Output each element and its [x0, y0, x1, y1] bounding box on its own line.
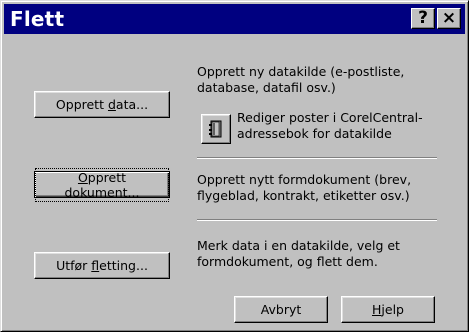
merge-dialog: Flett ? × Opprett data... Opprett ny dat…: [0, 0, 469, 332]
title-bar[interactable]: Flett ? ×: [4, 4, 465, 34]
separator-2: [197, 219, 437, 221]
create-data-label: Opprett data...: [55, 97, 149, 112]
window-title: Flett: [10, 7, 65, 31]
create-document-description: Opprett nytt formdokument (brev, flygebl…: [197, 172, 412, 203]
close-button[interactable]: ×: [437, 8, 461, 29]
perform-merge-label: Utfør fletting...: [56, 258, 148, 273]
create-data-description: Opprett ny datakilde (e-postliste, datab…: [197, 64, 405, 95]
separator-1: [197, 157, 437, 159]
cancel-label: Avbryt: [260, 302, 302, 317]
create-document-button[interactable]: Opprett dokument...: [34, 167, 170, 202]
cancel-button[interactable]: Avbryt: [234, 296, 328, 323]
perform-merge-button[interactable]: Utfør fletting...: [34, 252, 170, 279]
edit-records-button[interactable]: [201, 114, 231, 144]
create-data-button[interactable]: Opprett data...: [34, 91, 170, 118]
edit-records-description: Rediger poster i CorelCentral-adressebok…: [237, 110, 423, 141]
help-label: Hjelp: [372, 302, 404, 317]
address-book-icon: [209, 120, 222, 138]
help-title-button[interactable]: ?: [411, 8, 435, 29]
help-button[interactable]: Hjelp: [341, 296, 435, 323]
create-document-label: Opprett dokument...: [35, 167, 169, 202]
perform-merge-description: Merk data i en datakilde, velg et formdo…: [197, 238, 400, 269]
